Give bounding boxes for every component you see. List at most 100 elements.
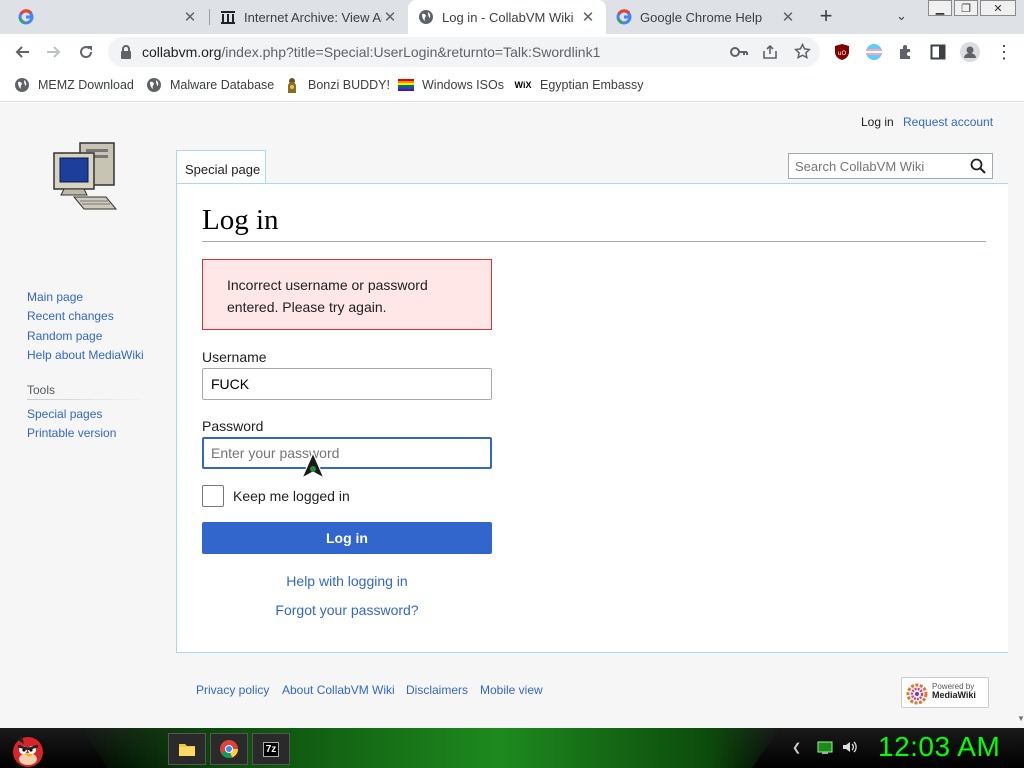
nav-special-pages[interactable]: Special pages (27, 407, 102, 421)
tools-divider (27, 399, 147, 400)
rainbow-flag-icon (398, 77, 414, 93)
tab-search[interactable]: ✕ (8, 0, 208, 34)
nav-main-page[interactable]: Main page (27, 290, 83, 304)
tray-network-icon[interactable] (817, 740, 833, 756)
share-icon[interactable] (762, 44, 778, 60)
bookmark-star-icon[interactable] (794, 43, 811, 60)
tab-strip: ✕ Internet Archive: View Ar ✕ Log in - C… (0, 0, 1024, 34)
taskbar-7zip-button[interactable]: 7z (252, 733, 290, 765)
username-label: Username (202, 349, 267, 365)
side-panel-icon[interactable] (928, 42, 948, 62)
reload-icon[interactable] (76, 42, 96, 62)
tab-title: Log in - CollabVM Wiki (442, 9, 574, 25)
taskbar-chrome-button[interactable] (210, 733, 248, 765)
back-icon[interactable] (12, 42, 32, 62)
error-message-line1: Incorrect username or password (227, 277, 428, 293)
url-text[interactable]: collabvm.org/index.php?title=Special:Use… (142, 44, 600, 60)
taskbar-explorer-button[interactable] (168, 733, 206, 765)
remember-checkbox[interactable] (202, 485, 224, 507)
bookmark-egyptian-embassy[interactable]: WiX Egyptian Embassy (514, 77, 644, 93)
tray-volume-icon[interactable] (841, 739, 857, 755)
lock-icon[interactable] (120, 45, 132, 59)
nav-help-mediawiki[interactable]: Help about MediaWiki (27, 348, 144, 362)
username-input[interactable] (202, 368, 492, 400)
menu-kebab-icon[interactable]: ⋮ (994, 42, 1014, 62)
password-label: Password (202, 418, 264, 434)
content-area: Log in Incorrect username or password en… (176, 183, 1008, 653)
tab-title: Google Chrome Help (640, 9, 763, 25)
bookmark-bonzi[interactable]: Bonzi BUDDY! (284, 77, 390, 93)
maximize-button[interactable]: ❐ (954, 0, 978, 16)
close-tab-icon[interactable]: ✕ (182, 9, 198, 26)
tab-title: Internet Archive: View Ar (244, 9, 382, 25)
globe-icon (14, 77, 30, 93)
7zip-icon: 7z (262, 741, 280, 757)
bookmark-malware-db[interactable]: Malware Database (146, 77, 274, 93)
close-window-button[interactable]: ✕ (980, 0, 1016, 16)
search-input[interactable] (789, 154, 959, 178)
footer-disclaimers-link[interactable]: Disclaimers (406, 683, 468, 697)
folder-icon (178, 741, 196, 757)
help-login-link[interactable]: Help with logging in (202, 573, 492, 589)
password-input[interactable] (202, 437, 492, 469)
page-title: Log in (202, 204, 279, 236)
vertical-scrollbar[interactable]: ▼ (1016, 103, 1024, 728)
globe-icon (146, 77, 162, 93)
close-tab-icon[interactable]: ✕ (580, 9, 596, 26)
minimize-button[interactable]: ▁ (928, 0, 952, 16)
bookmarks-bar: MEMZ Download Malware Database Bonzi BUD… (0, 70, 1024, 102)
tools-heading: Tools (27, 383, 56, 397)
extensions-puzzle-icon[interactable] (896, 42, 916, 62)
nav-random-page[interactable]: Random page (27, 329, 102, 343)
extension-flag-icon[interactable] (864, 42, 884, 62)
nav-recent-changes[interactable]: Recent changes (27, 309, 114, 323)
personal-login-link[interactable]: Log in (861, 115, 894, 129)
profile-avatar-icon[interactable] (960, 42, 980, 62)
new-tab-button[interactable]: + (814, 5, 838, 28)
svg-text:uO: uO (838, 50, 847, 57)
computer-logo-icon[interactable] (50, 139, 122, 225)
mediawiki-text: MediaWiki (932, 690, 976, 700)
scroll-down-arrow-icon[interactable]: ▼ (1017, 714, 1024, 723)
bookmark-windows-isos[interactable]: Windows ISOs (398, 77, 504, 93)
forgot-password-link[interactable]: Forgot your password? (202, 602, 492, 618)
footer-privacy-link[interactable]: Privacy policy (196, 683, 269, 697)
footer-about-link[interactable]: About CollabVM Wiki (282, 683, 395, 697)
wiki-page: Log in Request account Main page Recent … (0, 103, 1016, 728)
bookmark-memz[interactable]: MEMZ Download (14, 77, 134, 93)
tab-internet-archive[interactable]: Internet Archive: View Ar ✕ (210, 0, 408, 34)
tab-special-page[interactable]: Special page (176, 150, 266, 184)
search-icon[interactable] (970, 158, 986, 174)
tab-login-active[interactable]: Log in - CollabVM Wiki ✕ (408, 0, 606, 34)
taskbar: 7z ❮ 12:03 AM (0, 728, 1024, 768)
search-box[interactable] (788, 153, 993, 179)
forward-icon[interactable] (44, 42, 64, 62)
close-tab-icon[interactable]: ✕ (780, 9, 796, 26)
wix-icon: WiX (514, 80, 532, 90)
start-angry-bird-icon[interactable] (6, 728, 46, 768)
mediawiki-flower-icon (906, 683, 928, 705)
error-message-line2: entered. Please try again. (227, 299, 387, 315)
login-submit-button[interactable]: Log in (202, 522, 492, 554)
title-divider (202, 241, 986, 242)
nav-printable-version[interactable]: Printable version (27, 426, 116, 440)
taskbar-clock[interactable]: 12:03 AM (878, 731, 1000, 763)
mouse-cursor-icon (299, 452, 327, 480)
globe-icon (418, 9, 434, 25)
close-tab-icon[interactable]: ✕ (382, 9, 398, 26)
chrome-icon (219, 739, 239, 759)
google-icon (18, 9, 34, 25)
tab-search-chevron-icon[interactable]: ⌄ (896, 8, 907, 24)
address-bar[interactable]: collabvm.org/index.php?title=Special:Use… (108, 37, 820, 67)
tab-chrome-help[interactable]: Google Chrome Help ✕ (606, 0, 806, 34)
footer-mobile-link[interactable]: Mobile view (480, 683, 543, 697)
tray-chevron-icon[interactable]: ❮ (792, 741, 801, 754)
request-account-link[interactable]: Request account (903, 115, 993, 129)
key-icon[interactable] (730, 44, 748, 60)
archive-icon (220, 9, 236, 25)
ublock-icon[interactable]: uO (832, 42, 852, 62)
remember-label[interactable]: Keep me logged in (233, 488, 350, 504)
bonzi-icon (284, 77, 300, 93)
browser-toolbar: collabvm.org/index.php?title=Special:Use… (0, 34, 1024, 70)
powered-by-mediawiki-badge[interactable]: Powered by MediaWiki (901, 677, 989, 708)
